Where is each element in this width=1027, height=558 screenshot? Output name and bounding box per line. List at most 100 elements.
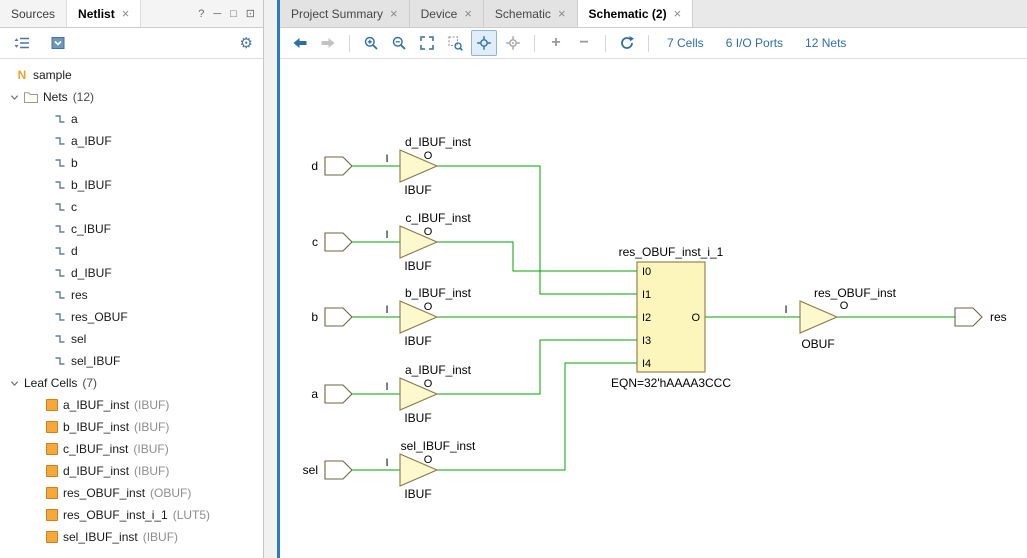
minimize-icon[interactable]: ─ [213, 8, 221, 20]
cell-icon [46, 509, 58, 521]
tree-item-net-sel[interactable]: sel [0, 328, 263, 350]
tree-item-net-res[interactable]: res [0, 284, 263, 306]
tree-item-net-b[interactable]: b [0, 152, 263, 174]
tree-item-net-c[interactable]: c [0, 196, 263, 218]
port-a[interactable] [325, 385, 352, 403]
close-icon[interactable]: × [122, 6, 130, 21]
zoom-fit-button[interactable] [415, 31, 439, 55]
net-sel-wire[interactable] [352, 363, 637, 470]
zoom-in-icon [363, 35, 379, 51]
io-ports-count[interactable]: 6 I/O Ports [726, 36, 783, 50]
net-name: res [71, 288, 88, 302]
close-icon[interactable]: × [558, 6, 566, 21]
schematic-toolbar: + − 7 Cells 6 I/O Ports 12 Nets [280, 28, 1027, 59]
settings-gear-icon[interactable]: ⚙ [240, 36, 253, 51]
tab-schematic[interactable]: Schematic × [484, 0, 578, 27]
maximize-icon[interactable]: ⊡ [246, 7, 255, 20]
schematic-canvas[interactable]: d d_IBUF_inst I O IBUF c c_IBUF_inst I O… [280, 59, 1027, 558]
collapse-all-button[interactable] [10, 31, 34, 55]
tree-item-cell-res-obuf-inst-i-1[interactable]: res_OBUF_inst_i_1 (LUT5) [0, 504, 263, 526]
cell-res-obuf[interactable] [800, 301, 837, 333]
zoom-in-button[interactable] [359, 31, 383, 55]
net-a-wire[interactable] [352, 340, 637, 394]
port-d[interactable] [325, 157, 352, 175]
net-c-wire[interactable] [352, 242, 637, 271]
back-button[interactable] [288, 31, 312, 55]
tree-item-cell-b-ibuf-inst[interactable]: b_IBUF_inst (IBUF) [0, 416, 263, 438]
instance-label: res_OBUF_inst [814, 286, 897, 300]
close-icon[interactable]: × [674, 6, 682, 21]
tab-device[interactable]: Device × [410, 0, 484, 27]
remove-button[interactable]: − [572, 31, 596, 55]
forward-button[interactable] [316, 31, 340, 55]
net-name: a_IBUF [71, 134, 112, 148]
tree-item-net-d[interactable]: d [0, 240, 263, 262]
panel-divider[interactable] [264, 0, 277, 558]
cell-icon [46, 399, 58, 411]
cells-layer [400, 150, 837, 486]
zoom-selection-button[interactable] [443, 31, 467, 55]
add-button[interactable]: + [544, 31, 568, 55]
zoom-out-button[interactable] [387, 31, 411, 55]
tree-item-net-sel-ibuf[interactable]: sel_IBUF [0, 350, 263, 372]
tree-item-net-d-ibuf[interactable]: d_IBUF [0, 262, 263, 284]
port-c[interactable] [325, 233, 352, 251]
tree-item-net-b-ibuf[interactable]: b_IBUF [0, 174, 263, 196]
chevron-down-icon[interactable] [10, 93, 19, 102]
tree-item-net-res-obuf[interactable]: res_OBUF [0, 306, 263, 328]
tree-root-sample[interactable]: N sample [0, 64, 263, 86]
net-name: sel [71, 332, 86, 346]
tab-sources[interactable]: Sources [0, 0, 67, 27]
net-name: a [71, 112, 78, 126]
help-icon[interactable]: ? [198, 8, 204, 20]
net-name: d [71, 244, 78, 258]
autofit-selection-button[interactable] [471, 30, 497, 56]
net-name: sel_IBUF [71, 354, 120, 368]
cell-type: (IBUF) [134, 420, 169, 434]
tree-item-cell-sel-ibuf-inst[interactable]: sel_IBUF_inst (IBUF) [0, 526, 263, 548]
tab-project-summary[interactable]: Project Summary × [280, 0, 410, 27]
tree-group-nets[interactable]: Nets (12) [0, 86, 263, 108]
tree-item-cell-res-obuf-inst[interactable]: res_OBUF_inst (OBUF) [0, 482, 263, 504]
cells-count[interactable]: 7 Cells [667, 36, 704, 50]
tree-group-leaf-cells[interactable]: Leaf Cells (7) [0, 372, 263, 394]
pin-label: O [424, 226, 433, 238]
tab-label: Project Summary [291, 7, 383, 21]
tree-item-net-a[interactable]: a [0, 108, 263, 130]
port-b[interactable] [325, 308, 352, 326]
tree-item-cell-d-ibuf-inst[interactable]: d_IBUF_inst (IBUF) [0, 460, 263, 482]
regenerate-button[interactable] [615, 31, 639, 55]
net-icon [54, 223, 66, 235]
tree-item-cell-c-ibuf-inst[interactable]: c_IBUF_inst (IBUF) [0, 438, 263, 460]
cell-type: (IBUF) [134, 398, 169, 412]
nets-count[interactable]: 12 Nets [805, 36, 846, 50]
autofit-crosshair-icon [476, 35, 492, 51]
cell-icon [46, 487, 58, 499]
chevron-down-icon[interactable] [10, 379, 19, 388]
tree-item-net-c-ibuf[interactable]: c_IBUF [0, 218, 263, 240]
port-sel[interactable] [325, 461, 352, 479]
expand-all-button[interactable] [46, 31, 70, 55]
expand-selection-button[interactable] [501, 31, 525, 55]
tree-item-net-a-ibuf[interactable]: a_IBUF [0, 130, 263, 152]
folder-icon [24, 92, 38, 103]
tab-netlist[interactable]: Netlist × [67, 0, 141, 27]
cell-icon [46, 421, 58, 433]
cell-icon [46, 443, 58, 455]
net-icon [54, 289, 66, 301]
close-icon[interactable]: × [390, 6, 398, 21]
tree-item-cell-a-ibuf-inst[interactable]: a_IBUF_inst (IBUF) [0, 394, 263, 416]
tab-schematic-2[interactable]: Schematic (2) × [578, 0, 694, 27]
pin-label: I [385, 153, 388, 165]
netlist-tree: N sample Nets (12) a a_IBUF b [0, 59, 263, 558]
pin-label: I2 [642, 312, 651, 324]
panel-window-controls: ? ─ □ ⊡ [190, 0, 263, 27]
pin-label: O [424, 378, 433, 390]
toolbar-separator [349, 35, 350, 52]
float-icon[interactable]: □ [230, 8, 237, 20]
net-d-wire[interactable] [352, 166, 637, 294]
pin-label: I0 [642, 266, 651, 278]
port-res[interactable] [955, 308, 982, 326]
close-icon[interactable]: × [464, 6, 472, 21]
expand-all-icon [50, 35, 66, 51]
